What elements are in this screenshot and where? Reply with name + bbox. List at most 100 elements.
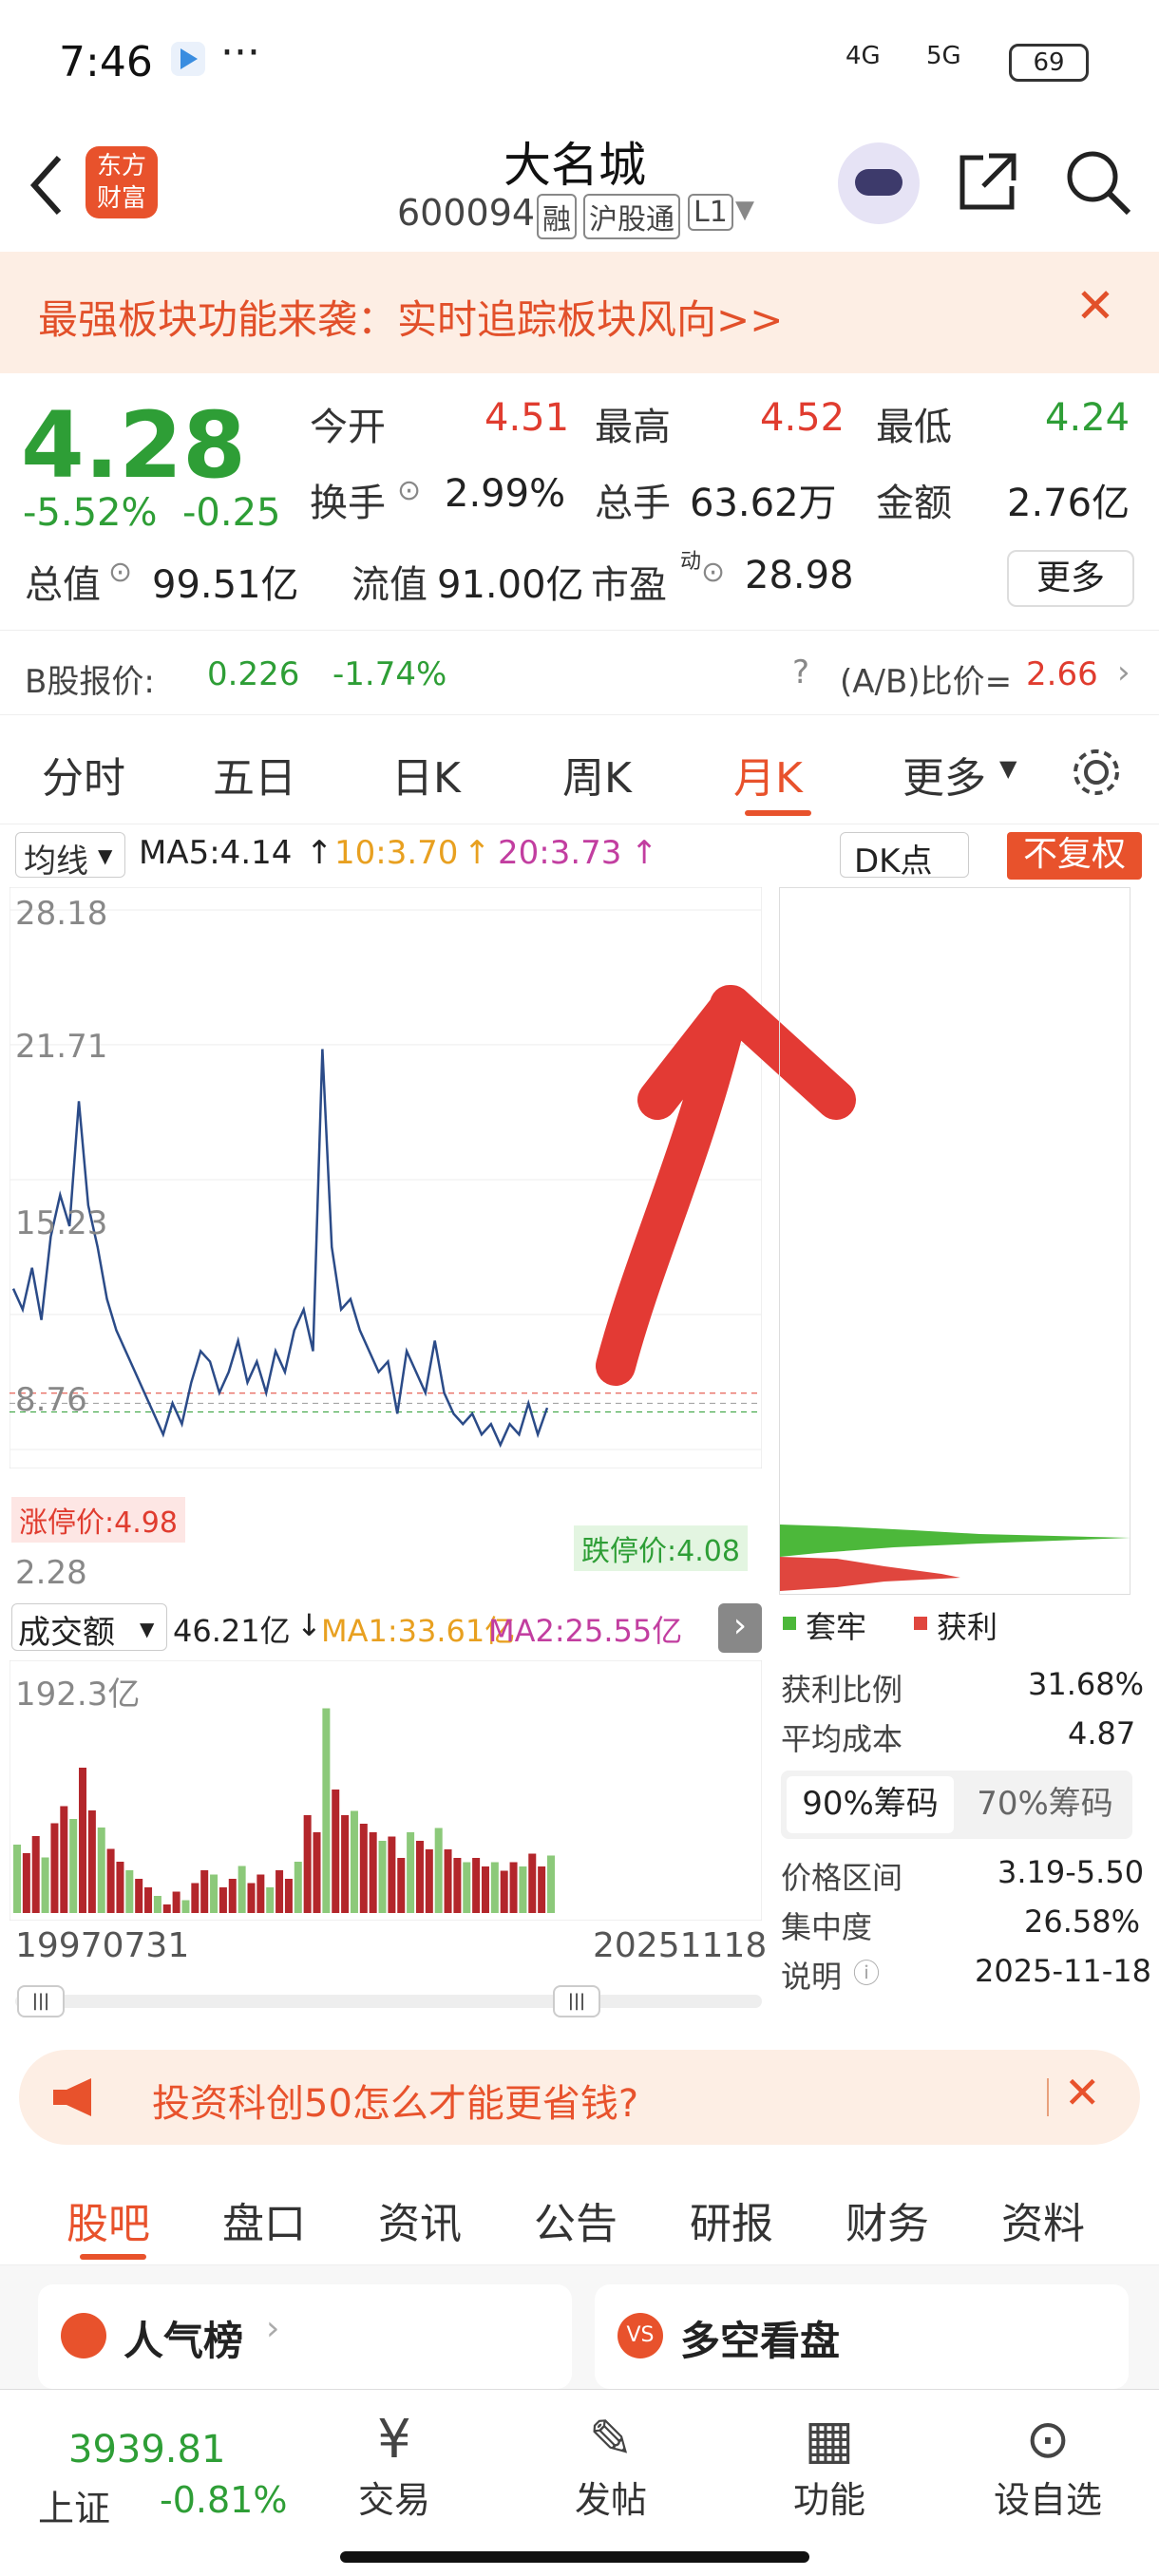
volume-bar [106, 1848, 115, 1913]
back-icon[interactable] [27, 152, 65, 218]
volume-bar [22, 1853, 30, 1913]
volume-indicator-select[interactable]: 成交额 ▼ [11, 1603, 167, 1652]
volume-bar [200, 1870, 209, 1913]
tab-intraday[interactable]: 分时 [42, 744, 125, 805]
feature-cards: 人气榜 › VS 多空看盘 [0, 2265, 1159, 2389]
info-icon[interactable]: ⓘ [853, 1953, 880, 1991]
share-icon[interactable] [955, 148, 1021, 215]
search-icon[interactable] [1064, 148, 1132, 217]
volume-bar [79, 1768, 87, 1913]
assistant-avatar-icon[interactable] [838, 142, 920, 224]
tab-pankou[interactable]: 盘口 [222, 2189, 306, 2250]
close-icon[interactable]: ✕ [1064, 2067, 1101, 2118]
nav-post[interactable]: ✎ 发帖 [559, 2409, 663, 2551]
range-slider-track[interactable] [15, 1995, 762, 2008]
tab-profile[interactable]: 资料 [1001, 2189, 1085, 2250]
tab-announcements[interactable]: 公告 [534, 2189, 618, 2250]
chip-tab-90[interactable]: 90%筹码 [787, 1776, 954, 1833]
ad-banner[interactable]: 投资科创50怎么才能更省钱? ✕ [19, 2050, 1140, 2145]
low-label: 最低 [876, 406, 952, 449]
nav-trade[interactable]: ¥ 交易 [342, 2409, 446, 2551]
y-tick-label: 15.23 [15, 1204, 108, 1242]
quote-panel: 4.28 -5.52% -0.25 今开 4.51 最高 4.52 最低 4.2… [0, 373, 1159, 630]
volume-bar [238, 1866, 246, 1913]
popularity-card[interactable]: 人气榜 › [38, 2284, 572, 2389]
float-value: 91.00亿 [437, 563, 584, 607]
range-slider-handle-right[interactable]: ||| [553, 1985, 600, 2017]
tab-5day[interactable]: 五日 [213, 744, 296, 805]
volume-bar [547, 1855, 555, 1913]
banner-text: 最强板块功能来袭：实时追踪板块风向>> [38, 296, 784, 343]
volume-bar [415, 1841, 424, 1913]
signal-5g: 5G [926, 42, 961, 70]
info-icon[interactable]: ⊙ [397, 474, 421, 507]
index-ticker[interactable]: 3939.81 上证 -0.81% [19, 2409, 287, 2542]
volume-bar [388, 1836, 396, 1913]
stock-name: 大名城 [504, 138, 646, 193]
close-icon[interactable]: ✕ [1075, 278, 1115, 333]
chevron-right-icon[interactable]: › [718, 1603, 762, 1653]
avg-cost-label: 平均成本 [781, 1721, 903, 1757]
dk-point-select[interactable]: DK点 [840, 832, 969, 881]
more-button[interactable]: 更多 [1007, 550, 1134, 607]
concentration-value: 26.58% [1024, 1904, 1141, 1940]
tab-guba[interactable]: 股吧 [66, 2189, 150, 2250]
volume-bar [434, 1828, 443, 1913]
chip-tab-group: 90%筹码 70%筹码 [781, 1771, 1132, 1839]
volume-bar [228, 1879, 237, 1913]
volume-bar [181, 1900, 190, 1913]
indicator-select[interactable]: 均线 ▼ [15, 832, 125, 881]
help-icon[interactable]: ? [792, 653, 809, 691]
promo-banner[interactable]: 最强板块功能来袭：实时追踪板块风向>> ✕ [0, 252, 1159, 373]
no-adjust-button[interactable]: 不复权 [1007, 832, 1142, 880]
index-value: 3939.81 [68, 2428, 226, 2472]
volume-bar [116, 1862, 124, 1913]
kline-chart-area: 均线 ▼ MA5:4.14 ↑ 10:3.70 ↑ 20:3.73 ↑ DK点 … [0, 824, 1159, 2031]
y-tick-label: 2.28 [15, 1554, 87, 1592]
volume-bar [144, 1887, 153, 1913]
ma20-value: 20:3.73 [498, 834, 622, 872]
volume-bar [509, 1862, 518, 1913]
chevron-down-icon: ▼ [98, 844, 113, 867]
dk-point-label: DK点 [854, 843, 933, 881]
play-icon [171, 42, 205, 76]
range-slider-handle-left[interactable]: ||| [17, 1985, 65, 2017]
up-arrow-icon: ↑ [631, 834, 658, 872]
volume-bar [13, 1845, 21, 1913]
last-price: 4.28 [21, 392, 246, 499]
nav-functions[interactable]: ▦ 功能 [777, 2409, 882, 2551]
tab-weekly-k[interactable]: 周K [562, 744, 632, 805]
change-pct: -5.52% [23, 491, 158, 535]
tab-finance[interactable]: 财务 [846, 2189, 929, 2250]
open-label: 今开 [310, 406, 386, 449]
nav-add-watchlist[interactable]: ⊙ 设自选 [986, 2409, 1110, 2551]
volume-bar [97, 1828, 105, 1913]
tab-monthly-k[interactable]: 月K [733, 744, 803, 805]
volume-label: 总手 [595, 482, 671, 525]
volume-bar [266, 1887, 275, 1913]
low-value: 4.24 [1045, 396, 1130, 440]
ab-ratio-label: (A/B)比价= [840, 663, 1013, 701]
info-icon[interactable]: ⊙ [108, 556, 132, 589]
stock-header: 东方 财富 大名城 600094 融 沪股通 L1 ▼ [0, 123, 1159, 252]
tab-more[interactable]: 更多 [902, 744, 986, 805]
b-share-row[interactable]: B股报价: 0.226 -1.74% ? (A/B)比价= 2.66 › [0, 630, 1159, 715]
settings-gear-icon[interactable] [1070, 746, 1123, 799]
info-icon[interactable]: ⊙ [701, 556, 725, 589]
up-arrow-icon: ↑ [464, 834, 491, 872]
tab-research[interactable]: 研报 [690, 2189, 773, 2250]
battery-icon: 69 [1009, 44, 1089, 82]
volume-bar [162, 1904, 171, 1913]
volume-bar [294, 1862, 302, 1913]
chip-tab-70[interactable]: 70%筹码 [961, 1776, 1129, 1833]
volume-max-label: 192.3亿 [15, 1676, 141, 1714]
high-value: 4.52 [760, 396, 846, 440]
ma5-value: MA5:4.14 [139, 834, 293, 872]
chevron-down-icon[interactable]: ▼ [735, 196, 754, 224]
volume-bar [472, 1858, 481, 1913]
chevron-down-icon: ▼ [140, 1618, 155, 1640]
bull-bear-card[interactable]: VS 多空看盘 [595, 2284, 1129, 2389]
tab-news[interactable]: 资讯 [378, 2189, 462, 2250]
tab-daily-k[interactable]: 日K [391, 744, 461, 805]
limit-up-label: 涨停价:4.98 [11, 1497, 185, 1543]
